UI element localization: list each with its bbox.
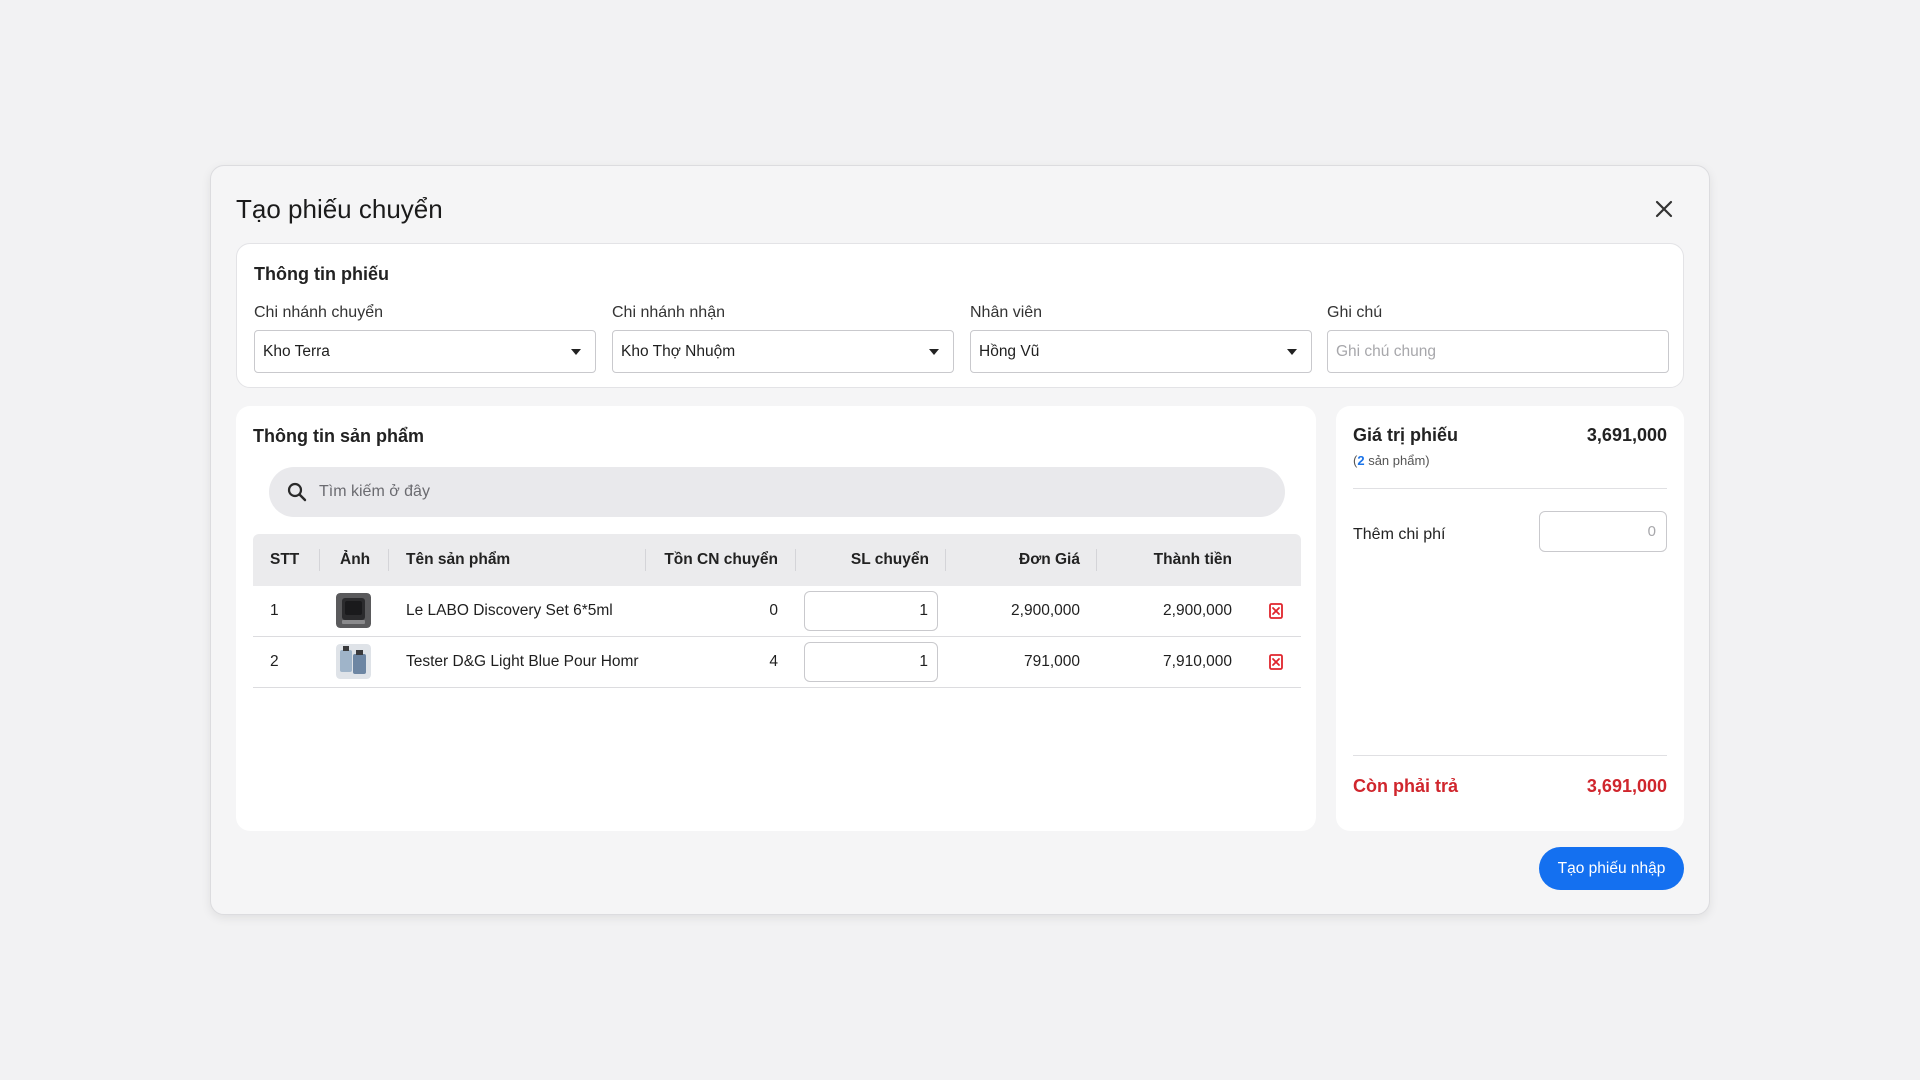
summary-divider [1353,488,1667,489]
staff-field: Nhân viên Hồng Vũ [970,304,1312,373]
to-branch-select[interactable]: Kho Thợ Nhuộm [612,330,954,373]
summary-card: Giá trị phiếu 3,691,000 (2 sản phẩm) Thê… [1336,406,1684,831]
table-header: STT Ảnh Tên sản phẩm Tồn CN chuyển SL ch… [253,534,1301,586]
qty-input[interactable] [804,591,938,631]
column-header-image: Ảnh [340,551,371,568]
product-count: (2 sản phẩm) [1353,453,1430,468]
to-branch-value: Kho Thợ Nhuộm [621,342,736,360]
create-transfer-modal: Tạo phiếu chuyển Thông tin phiếu Chi nhá… [210,165,1710,915]
modal-title: Tạo phiếu chuyển [236,194,443,224]
row-total: 2,900,000 [1163,602,1232,619]
row-product-name: Tester D&G Light Blue Pour Homr [406,653,639,670]
product-thumbnail [336,593,371,628]
column-separator [945,549,946,571]
chevron-down-icon [1287,349,1297,355]
search-input[interactable] [319,483,1219,501]
row-product-name: Le LABO Discovery Set 6*5ml [406,602,613,619]
column-separator [319,549,320,571]
product-info-card: Thông tin sản phẩm STT Ảnh Tên sản phẩm … [236,406,1316,831]
extra-fee-label: Thêm chi phí [1353,526,1446,543]
to-branch-field: Chi nhánh nhận Kho Thợ Nhuộm [612,304,954,373]
note-label: Ghi chú [1327,304,1383,321]
summary-total: 3,691,000 [1586,425,1667,445]
column-header-total: Thành tiền [1153,551,1232,568]
staff-value: Hồng Vũ [979,342,1040,360]
summary-title: Giá trị phiếu [1353,425,1459,445]
close-button[interactable] [1649,194,1679,224]
count-number: 2 [1357,453,1365,468]
table-row: 2 Tester D&G Light Blue Pour Homr 4 791,… [253,637,1301,688]
delete-icon[interactable] [1267,653,1285,671]
column-header-price: Đơn Giá [1019,551,1080,568]
row-total: 7,910,000 [1163,653,1232,670]
chevron-down-icon [929,349,939,355]
from-branch-label: Chi nhánh chuyển [254,304,383,321]
row-price: 2,900,000 [1011,602,1080,619]
product-table: STT Ảnh Tên sản phẩm Tồn CN chuyển SL ch… [253,534,1301,688]
from-branch-select[interactable]: Kho Terra [254,330,596,373]
product-thumbnail [336,644,371,679]
column-header-qty: SL chuyển [850,551,929,568]
create-import-button[interactable]: Tạo phiếu nhập [1539,847,1684,890]
close-icon [1655,200,1673,218]
column-separator [388,549,389,571]
extra-fee-input[interactable] [1539,511,1667,552]
ticket-info-title: Thông tin phiếu [254,264,389,284]
column-separator [645,549,646,571]
table-row: 1 Le LABO Discovery Set 6*5ml 0 2,900,00… [253,586,1301,637]
staff-label: Nhân viên [970,304,1043,321]
chevron-down-icon [571,349,581,355]
delete-icon[interactable] [1267,602,1285,620]
row-stt: 1 [270,602,279,619]
column-separator [1096,549,1097,571]
row-stock: 0 [769,602,778,619]
column-separator [795,549,796,571]
column-header-stt: STT [270,551,300,568]
remaining-value: 3,691,000 [1586,776,1667,796]
staff-select[interactable]: Hồng Vũ [970,330,1312,373]
qty-input[interactable] [804,642,938,682]
column-header-name: Tên sản phẩm [406,551,511,568]
row-price: 791,000 [1023,653,1080,670]
note-field: Ghi chú [1327,304,1669,373]
from-branch-value: Kho Terra [263,342,330,360]
note-input[interactable] [1327,330,1669,373]
row-stt: 2 [270,653,279,670]
remaining-label: Còn phải trả [1353,776,1459,796]
to-branch-label: Chi nhánh nhận [612,304,725,321]
count-text: sản phẩm) [1364,453,1430,468]
from-branch-field: Chi nhánh chuyển Kho Terra [254,304,596,373]
product-search[interactable] [269,467,1285,517]
summary-divider [1353,755,1667,756]
search-icon [287,482,307,502]
column-header-stock: Tồn CN chuyển [664,551,778,568]
product-info-title: Thông tin sản phẩm [253,426,424,446]
row-stock: 4 [769,653,778,670]
ticket-info-card: Thông tin phiếu Chi nhánh chuyển Kho Ter… [236,243,1684,388]
